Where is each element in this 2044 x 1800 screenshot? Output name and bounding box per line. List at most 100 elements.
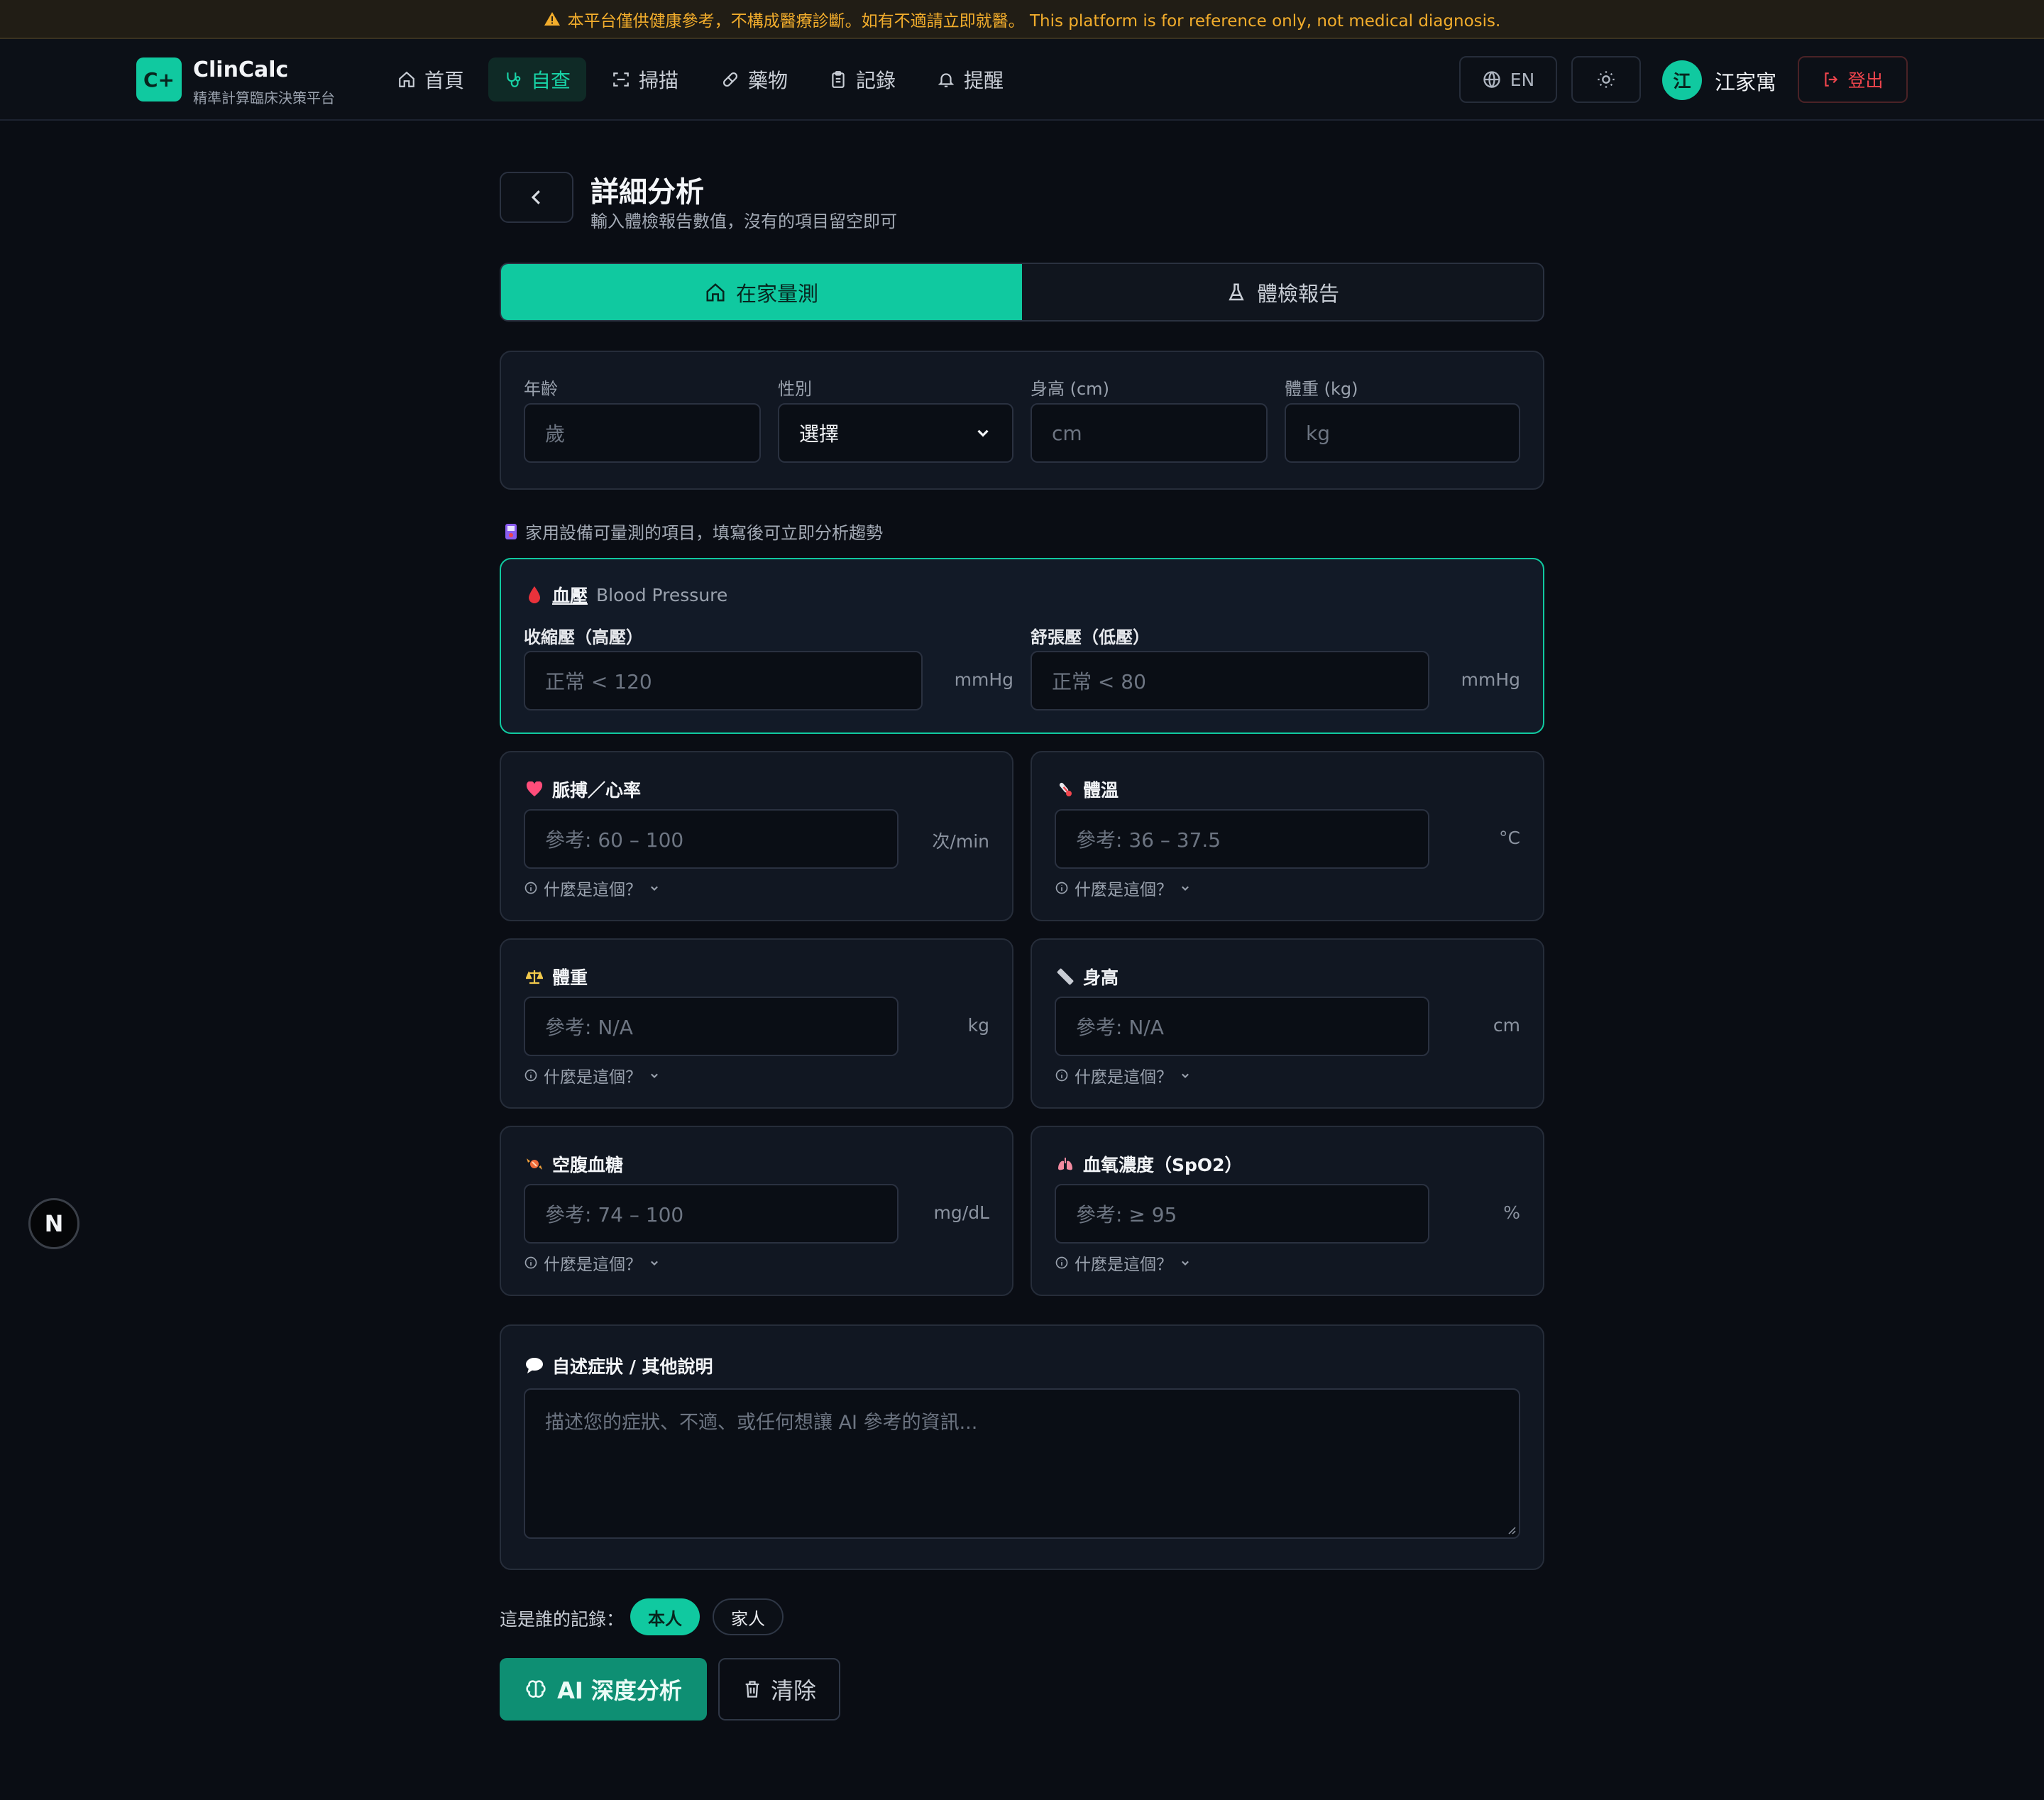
owner-label: 這是誰的記錄：	[500, 1609, 625, 1630]
nav-item-selfcheck[interactable]: 自查	[488, 57, 587, 101]
temperature-unit: °C	[1499, 828, 1520, 848]
pill-icon	[722, 72, 738, 87]
chevron-down-icon	[977, 429, 989, 437]
weight-help[interactable]: 什麼是這個？	[524, 1063, 661, 1087]
weight-title: 體重	[525, 964, 588, 989]
home-icon	[399, 71, 414, 87]
home-icon	[706, 282, 725, 301]
nav-item-records[interactable]: 記錄	[813, 57, 911, 101]
next-dev-badge[interactable]: N	[28, 1198, 79, 1249]
glucose-input[interactable]: 參考: 74 – 100	[524, 1184, 899, 1244]
resize-grip-icon[interactable]	[1505, 1523, 1516, 1535]
nav-item-home[interactable]: 首頁	[382, 57, 480, 101]
nav-item-medication[interactable]: 藥物	[705, 57, 803, 101]
temperature-input[interactable]: 參考: 36 – 37.5	[1055, 809, 1429, 869]
pulse-input[interactable]: 參考: 60 – 100	[524, 809, 899, 869]
symptoms-textarea[interactable]	[524, 1388, 1520, 1539]
pulse-help[interactable]: 什麼是這個？	[524, 876, 661, 900]
glucose-title: 空腹血糖	[525, 1151, 623, 1177]
ai-analyze-button[interactable]: AI 深度分析	[500, 1658, 707, 1721]
logout-icon	[1825, 72, 1838, 87]
logout-button[interactable]: 登出	[1798, 56, 1908, 103]
weight-metric-input[interactable]: 參考: N/A	[524, 997, 899, 1056]
height-input[interactable]: cm	[1031, 403, 1268, 463]
scale-icon	[525, 967, 544, 986]
systolic-label: 收縮壓（高壓）	[524, 627, 643, 647]
bp-subtitle: Blood Pressure	[596, 584, 728, 605]
spo2-unit: %	[1503, 1202, 1520, 1223]
info-icon	[524, 1069, 537, 1082]
nav-item-label: 首頁	[424, 69, 465, 92]
height-metric-input[interactable]: 參考: N/A	[1055, 997, 1429, 1056]
temperature-help[interactable]: 什麼是這個？	[1055, 876, 1192, 900]
help-label: 什麼是這個？	[1075, 881, 1172, 899]
spo2-input[interactable]: 參考: ≥ 95	[1055, 1184, 1429, 1244]
flask-icon	[1229, 283, 1244, 300]
scan-icon	[613, 72, 629, 87]
info-icon	[1055, 1069, 1068, 1082]
weight-input[interactable]: kg	[1285, 403, 1520, 463]
weight-metric-unit: kg	[967, 1015, 989, 1036]
bp-title: 血壓 Blood Pressure	[525, 582, 727, 608]
avatar[interactable]: 江	[1662, 60, 1702, 100]
top-navbar: C+ ClinCalc 精準計算臨床決策平台 首頁 自查 掃描 藥物 記錄 提醒…	[0, 39, 2044, 121]
weight-title-label: 體重	[552, 967, 588, 988]
logout-label: 登出	[1847, 70, 1884, 91]
trash-icon	[745, 1681, 759, 1698]
language-toggle[interactable]: EN	[1459, 56, 1557, 103]
spo2-title: 血氧濃度（SpO2）	[1056, 1151, 1243, 1177]
nav-item-label: 記錄	[856, 69, 896, 92]
page-title: 詳細分析	[590, 176, 704, 209]
tab-label: 在家量測	[735, 281, 818, 306]
user-name[interactable]: 江家寓	[1715, 66, 1776, 96]
owner-option-self[interactable]: 本人	[630, 1598, 700, 1635]
symptoms-title: 自述症狀 / 其他說明	[525, 1353, 713, 1378]
height-title-label: 身高	[1083, 967, 1119, 988]
sun-icon	[1598, 71, 1615, 88]
help-label: 什麼是這個？	[544, 1256, 642, 1274]
disclaimer-banner: 本平台僅供健康參考，不構成醫療診斷。如有不適請立即就醫。 This platfo…	[0, 0, 2044, 39]
chevron-down-icon	[1182, 886, 1189, 891]
tab-label: 體檢報告	[1256, 281, 1339, 306]
chevron-down-icon	[651, 1073, 658, 1078]
owner-option-family[interactable]: 家人	[713, 1598, 784, 1635]
systolic-input[interactable]: 正常 < 120	[524, 651, 923, 710]
blood-drop-icon	[525, 586, 544, 604]
systolic-unit: mmHg	[954, 669, 1013, 690]
help-label: 什麼是這個？	[1075, 1256, 1172, 1274]
clipboard-icon	[832, 71, 845, 88]
diastolic-input[interactable]: 正常 < 80	[1031, 651, 1429, 710]
back-button[interactable]	[500, 172, 573, 223]
home-hint: 家用設備可量測的項目，填寫後可立即分析趨勢	[504, 519, 883, 544]
spo2-help[interactable]: 什麼是這個？	[1055, 1251, 1192, 1275]
nav-item-reminders[interactable]: 提醒	[921, 57, 1019, 101]
disclaimer-text: 本平台僅供健康參考，不構成醫療診斷。如有不適請立即就醫。 This platfo…	[567, 11, 1501, 31]
logo[interactable]: C+	[136, 57, 182, 101]
age-input[interactable]: 歲	[524, 403, 761, 463]
nav-item-label: 提醒	[964, 69, 1004, 92]
ai-analyze-label: AI 深度分析	[557, 1677, 682, 1704]
chevron-down-icon	[651, 886, 658, 891]
sex-label: 性別	[778, 379, 812, 399]
clear-button[interactable]: 清除	[718, 1658, 840, 1721]
glucose-unit: mg/dL	[933, 1202, 989, 1223]
age-label: 年齡	[524, 379, 558, 399]
sex-select[interactable]: 選擇	[778, 403, 1013, 463]
pulse-title: 脈搏／心率	[525, 776, 641, 802]
theme-toggle[interactable]	[1571, 56, 1641, 103]
page-subtitle: 輸入體檢報告數值，沒有的項目留空即可	[590, 212, 897, 231]
sex-select-value: 選擇	[799, 422, 840, 446]
mode-tabs: 在家量測 體檢報告	[500, 263, 1544, 322]
device-icon	[505, 523, 517, 539]
chevron-left-icon	[531, 190, 540, 204]
tab-home-measure[interactable]: 在家量測	[501, 264, 1022, 320]
brand-name[interactable]: ClinCalc	[193, 57, 288, 82]
help-label: 什麼是這個？	[544, 881, 642, 899]
tab-checkup-report[interactable]: 體檢報告	[1022, 264, 1543, 320]
nav-item-label: 自查	[531, 69, 571, 92]
nav-item-scan[interactable]: 掃描	[596, 57, 694, 101]
height-metric-unit: cm	[1493, 1015, 1520, 1036]
height-label: 身高 (cm)	[1031, 379, 1109, 399]
glucose-help[interactable]: 什麼是這個？	[524, 1251, 661, 1275]
height-help[interactable]: 什麼是這個？	[1055, 1063, 1192, 1087]
